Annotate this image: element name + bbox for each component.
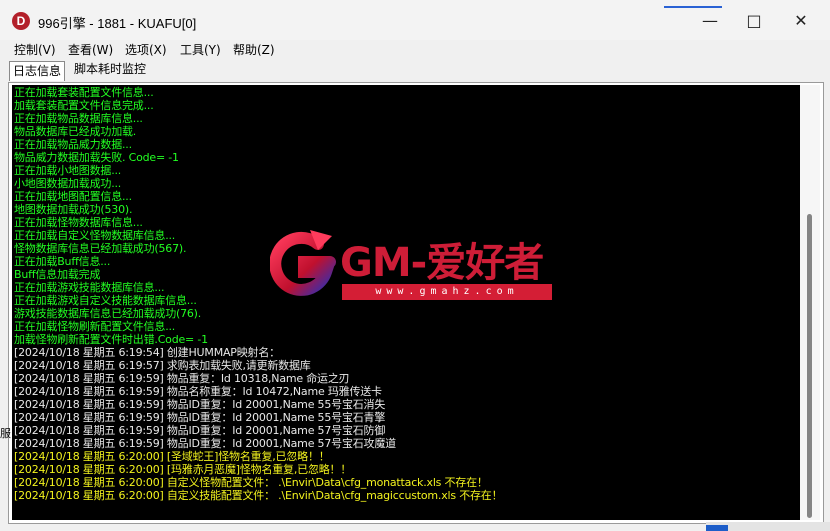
log-console[interactable]: 正在加载套装配置文件信息... 加载套装配置文件信息完成... 正在加载物品数据库信… (12, 85, 800, 520)
menu-view[interactable]: 查看(W) (68, 41, 113, 58)
title-bar[interactable]: D 996引擎 - 1881 - KUAFU[0] — □ ✕ (0, 0, 830, 40)
log-line: 正在加载物品数据库信息... (14, 112, 143, 125)
log-line: [2024/10/18 星期五 6:19:59] 物品ID重复：Id 20001… (14, 411, 386, 424)
log-line: 加载套装配置文件信息完成... (14, 99, 154, 112)
app-window: D 996引擎 - 1881 - KUAFU[0] — □ ✕ 控制(V) 查看… (0, 0, 830, 531)
log-line: [2024/10/18 星期五 6:19:59] 物品ID重复：Id 20001… (14, 437, 396, 450)
log-line: 正在加载怪物刷新配置文件信息... (14, 320, 176, 333)
close-button[interactable]: ✕ (780, 0, 822, 40)
log-line: [2024/10/18 星期五 6:19:59] 物品ID重复：Id 20001… (14, 398, 386, 411)
menu-options[interactable]: 选项(X) (125, 41, 167, 58)
log-line: [2024/10/18 星期五 6:20:00] [圣域蛇王]怪物名重复,已忽略… (14, 450, 330, 463)
log-line: 加载怪物刷新配置文件时出错.Code= -1 (14, 333, 208, 346)
log-line: 游戏技能数据库信息已经加载成功(76). (14, 307, 202, 320)
window-title: 996引擎 - 1881 - KUAFU[0] (38, 16, 197, 31)
log-line: 物品威力数据加载失败. Code= -1 (14, 151, 179, 164)
log-line: [2024/10/18 星期五 6:20:00] 自定义技能配置文件： .\En… (14, 489, 503, 502)
menu-help[interactable]: 帮助(Z) (233, 41, 275, 58)
log-line: [2024/10/18 星期五 6:20:00] [玛雅赤月恶魔]怪物名重复,已… (14, 463, 352, 476)
menu-bar: 控制(V) 查看(W) 选项(X) 工具(Y) 帮助(Z) (0, 40, 830, 58)
log-line: 地图数据加载成功(530). (14, 203, 133, 216)
watermark-url: www.gmahz.com (342, 284, 552, 300)
tab-log-info[interactable]: 日志信息 (9, 61, 66, 81)
log-line: 小地图数据加载成功... (14, 177, 122, 190)
maximize-button[interactable]: □ (733, 0, 775, 40)
menu-control[interactable]: 控制(V) (14, 41, 56, 58)
log-line: 正在加载物品威力数据... (14, 138, 132, 151)
log-line: 物品数据库已经成功加载. (14, 125, 137, 138)
log-line: [2024/10/18 星期五 6:19:59] 物品重复：Id 10318,N… (14, 372, 350, 385)
taskbar-strip (706, 522, 830, 531)
log-line: [2024/10/18 星期五 6:19:59] 物品名称重复：Id 10472… (14, 385, 382, 398)
watermark-logo: GM-爱好者 www.gmahz.com (270, 228, 570, 308)
menu-tools[interactable]: 工具(Y) (180, 41, 221, 58)
app-logo-icon[interactable]: D (12, 12, 30, 30)
log-line: 正在加载小地图数据... (14, 164, 122, 177)
watermark-g-icon (270, 230, 336, 296)
log-line: 正在加载套装配置文件信息... (14, 86, 154, 99)
edge-clipped-text: 服 (0, 427, 11, 440)
log-line: [2024/10/18 星期五 6:20:00] 自定义怪物配置文件： .\En… (14, 476, 488, 489)
watermark-brand: GM-爱好者 (340, 240, 544, 286)
minimize-button[interactable]: — (689, 0, 731, 40)
tab-script-timing[interactable]: 脚本耗时监控 (71, 60, 149, 79)
tab-bar: 日志信息 脚本耗时监控 (0, 60, 830, 82)
log-line: [2024/10/18 星期五 6:19:54] 创建HUMMAP映射名： (14, 346, 280, 359)
log-line: [2024/10/18 星期五 6:19:59] 物品ID重复：Id 20001… (14, 424, 386, 437)
log-line: 正在加载地图配置信息... (14, 190, 132, 203)
scrollbar-thumb[interactable] (807, 214, 812, 518)
log-line: [2024/10/18 星期五 6:19:57] 求购表加载失败,请更新数据库 (14, 359, 311, 372)
